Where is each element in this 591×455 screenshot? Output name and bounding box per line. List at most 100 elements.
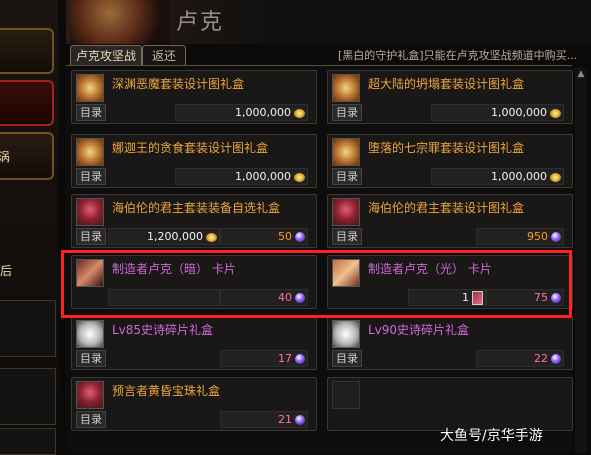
gift-box-icon bbox=[332, 198, 360, 226]
left-side-panel: 涡 后 bbox=[0, 0, 58, 455]
orb-currency-icon bbox=[295, 232, 305, 242]
price-orb: 22 bbox=[476, 350, 564, 367]
price-value: 40 bbox=[278, 291, 292, 304]
catalog-button[interactable]: 目录 bbox=[332, 228, 362, 245]
watermark: 大鱼号/京华手游 bbox=[440, 428, 543, 444]
orb-currency-icon bbox=[551, 232, 561, 242]
price-value: 1,200,000 bbox=[147, 230, 203, 243]
orb-currency-icon bbox=[551, 293, 561, 303]
item-name: 深渊恶魔套装设计图礼盒 bbox=[112, 77, 245, 91]
price-orb: 21 bbox=[220, 411, 308, 428]
left-slot-3[interactable] bbox=[0, 428, 56, 455]
card-cost-value: 1 bbox=[462, 291, 469, 304]
orb-currency-icon bbox=[551, 354, 561, 364]
left-side-label: 后 bbox=[0, 264, 13, 278]
catalog-button[interactable]: 目录 bbox=[76, 411, 106, 428]
price-orb: 17 bbox=[220, 350, 308, 367]
orb-currency-icon bbox=[295, 293, 305, 303]
catalog-button[interactable]: 目录 bbox=[76, 104, 106, 121]
scrollbar[interactable]: ▲ bbox=[575, 68, 587, 453]
price-gold: 1,000,000 bbox=[175, 104, 308, 121]
item-name: Lv90史诗碎片礼盒 bbox=[368, 323, 470, 337]
price-gold: 1,200,000 bbox=[108, 228, 220, 245]
card-currency-icon bbox=[472, 291, 483, 305]
tab-return[interactable]: 返还 bbox=[142, 45, 186, 66]
gold-coin-icon bbox=[294, 108, 305, 118]
gift-box-icon bbox=[332, 320, 360, 348]
gift-box-icon bbox=[76, 198, 104, 226]
price-slot-empty bbox=[108, 289, 220, 306]
catalog-button[interactable]: 目录 bbox=[332, 104, 362, 121]
shop-item[interactable]: 预言者黄昏宝珠礼盒 目录 21 bbox=[71, 377, 317, 431]
price-value: 1,000,000 bbox=[235, 170, 291, 183]
gold-coin-icon bbox=[550, 172, 561, 182]
item-name: 制造者卢克（暗） 卡片 bbox=[112, 262, 236, 276]
gold-coin-icon bbox=[294, 172, 305, 182]
item-name: Lv85史诗碎片礼盒 bbox=[112, 323, 214, 337]
price-value: 1,000,000 bbox=[491, 106, 547, 119]
gift-box-icon bbox=[76, 74, 104, 102]
shop-item[interactable]: 海伯伦的君主套装设计图礼盒 目录 950 bbox=[327, 194, 573, 248]
orb-currency-icon bbox=[295, 415, 305, 425]
gold-coin-icon bbox=[206, 232, 217, 242]
price-value: 1,000,000 bbox=[235, 106, 291, 119]
price-orb: 75 bbox=[486, 289, 564, 306]
gold-coin-icon bbox=[550, 108, 561, 118]
catalog-button[interactable]: 目录 bbox=[76, 168, 106, 185]
price-orb: 50 bbox=[220, 228, 308, 245]
price-value: 75 bbox=[534, 291, 548, 304]
left-menu-button-1[interactable] bbox=[0, 28, 54, 74]
price-gold: 1,000,000 bbox=[431, 104, 564, 121]
scroll-up-arrow-icon[interactable]: ▲ bbox=[575, 68, 587, 80]
card-icon bbox=[76, 259, 104, 287]
npc-portrait bbox=[70, 0, 170, 44]
shop-item[interactable]: Lv85史诗碎片礼盒 目录 17 bbox=[71, 316, 317, 370]
window-title: 卢克 bbox=[176, 10, 225, 35]
catalog-button[interactable]: 目录 bbox=[76, 228, 106, 245]
gift-box-icon bbox=[76, 320, 104, 348]
gift-box-icon bbox=[76, 138, 104, 166]
price-value: 21 bbox=[278, 413, 292, 426]
item-name: 堕落的七宗罪套装设计图礼盒 bbox=[368, 141, 525, 155]
card-icon bbox=[332, 259, 360, 287]
tab-luke-raid[interactable]: 卢克攻坚战 bbox=[70, 45, 142, 66]
price-value: 17 bbox=[278, 352, 292, 365]
shop-item[interactable]: 制造者卢克（光） 卡片 1 75 bbox=[327, 255, 573, 309]
price-value: 50 bbox=[278, 230, 292, 243]
item-name: 海伯伦的君主套装装备自选礼盒 bbox=[112, 201, 281, 215]
gift-box-icon bbox=[76, 381, 104, 409]
shop-item[interactable]: 娜迦王的贪食套装设计图礼盒 目录 1,000,000 bbox=[71, 134, 317, 188]
left-slot-2[interactable] bbox=[0, 368, 56, 425]
price-gold: 1,000,000 bbox=[175, 168, 308, 185]
gift-box-icon bbox=[332, 74, 360, 102]
shop-item[interactable]: 堕落的七宗罪套装设计图礼盒 目录 1,000,000 bbox=[327, 134, 573, 188]
left-menu-label: 涡 bbox=[0, 150, 11, 164]
left-menu-button-2[interactable] bbox=[0, 80, 54, 126]
item-name: 海伯伦的君主套装设计图礼盒 bbox=[368, 201, 525, 215]
gift-box-icon bbox=[332, 138, 360, 166]
shop-item[interactable]: 海伯伦的君主套装装备自选礼盒 目录 1,200,000 50 bbox=[71, 194, 317, 248]
item-name: 预言者黄昏宝珠礼盒 bbox=[112, 384, 221, 398]
price-orb: 40 bbox=[220, 289, 308, 306]
shop-item-empty bbox=[327, 377, 573, 431]
catalog-button[interactable]: 目录 bbox=[332, 350, 362, 367]
item-name: 娜迦王的贪食套装设计图礼盒 bbox=[112, 141, 269, 155]
price-gold: 1,000,000 bbox=[431, 168, 564, 185]
empty-slot-icon bbox=[332, 381, 360, 409]
item-name: 制造者卢克（光） 卡片 bbox=[368, 262, 492, 276]
left-slot-1[interactable] bbox=[0, 300, 56, 357]
shop-item[interactable]: 制造者卢克（暗） 卡片 40 bbox=[71, 255, 317, 309]
orb-currency-icon bbox=[295, 354, 305, 364]
catalog-button[interactable]: 目录 bbox=[76, 350, 106, 367]
price-orb: 950 bbox=[476, 228, 564, 245]
catalog-button[interactable]: 目录 bbox=[332, 168, 362, 185]
shop-item[interactable]: 超大陆的坍塌套装设计图礼盒 目录 1,000,000 bbox=[327, 70, 573, 124]
purchase-notice: [黑白的守护礼盒]只能在卢克攻坚战频道中购买... bbox=[338, 49, 578, 62]
shop-item[interactable]: Lv90史诗碎片礼盒 目录 22 bbox=[327, 316, 573, 370]
price-value: 1,000,000 bbox=[491, 170, 547, 183]
price-value: 22 bbox=[534, 352, 548, 365]
left-menu-button-3[interactable]: 涡 bbox=[0, 132, 54, 180]
shop-item[interactable]: 深渊恶魔套装设计图礼盒 目录 1,000,000 bbox=[71, 70, 317, 124]
price-value: 950 bbox=[527, 230, 548, 243]
price-card: 1 bbox=[408, 289, 486, 306]
